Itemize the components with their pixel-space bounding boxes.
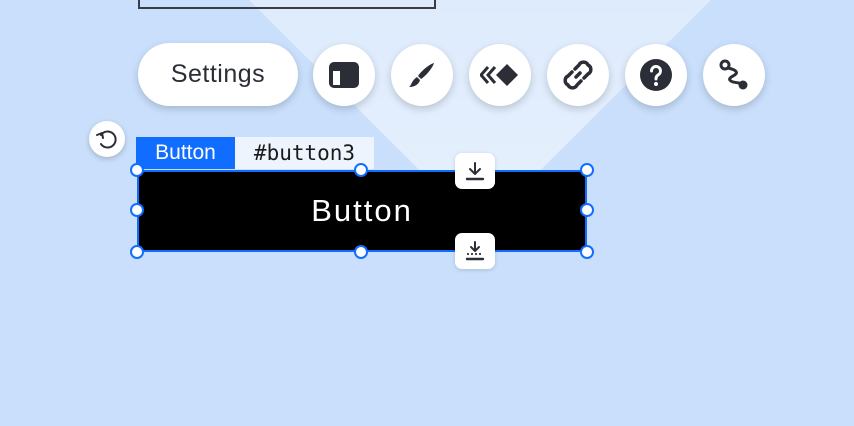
link-icon [563, 60, 593, 90]
dock-bottom-button[interactable] [455, 153, 495, 189]
stretch-icon [465, 241, 485, 261]
help-icon [640, 59, 672, 91]
design-button[interactable] [391, 44, 453, 106]
link-button[interactable] [547, 44, 609, 106]
animation-button[interactable] [469, 44, 531, 106]
stretch-button[interactable] [455, 233, 495, 269]
resize-handle-bottom-left[interactable] [130, 245, 144, 259]
canvas-button-element[interactable]: Button [137, 170, 587, 252]
connect-icon [719, 59, 748, 90]
resize-handle-top-left[interactable] [130, 163, 144, 177]
element-id-label[interactable]: #button3 [235, 137, 374, 169]
element-id-text: #button3 [253, 141, 356, 165]
element-type-label: Button [136, 137, 235, 169]
element-frame-above [138, 0, 436, 9]
dock-download-icon [465, 162, 485, 181]
settings-button[interactable]: Settings [138, 43, 298, 106]
connect-data-button[interactable] [703, 44, 765, 106]
resize-handle-top-right[interactable] [580, 163, 594, 177]
layout-button[interactable] [313, 44, 375, 106]
resize-handle-bottom-right[interactable] [580, 245, 594, 259]
rotate-icon [96, 130, 117, 149]
element-type-text: Button [155, 141, 216, 164]
rotate-button[interactable] [89, 121, 125, 157]
resize-handle-right[interactable] [580, 203, 594, 217]
animation-icon [480, 64, 518, 86]
layout-icon [329, 62, 359, 88]
settings-button-label: Settings [170, 60, 266, 88]
help-button[interactable] [625, 44, 687, 106]
brush-icon [409, 63, 434, 87]
canvas-button-text: Button [311, 193, 413, 228]
resize-handle-bottom[interactable] [354, 245, 368, 259]
resize-handle-left[interactable] [130, 203, 144, 217]
resize-handle-top[interactable] [354, 163, 368, 177]
